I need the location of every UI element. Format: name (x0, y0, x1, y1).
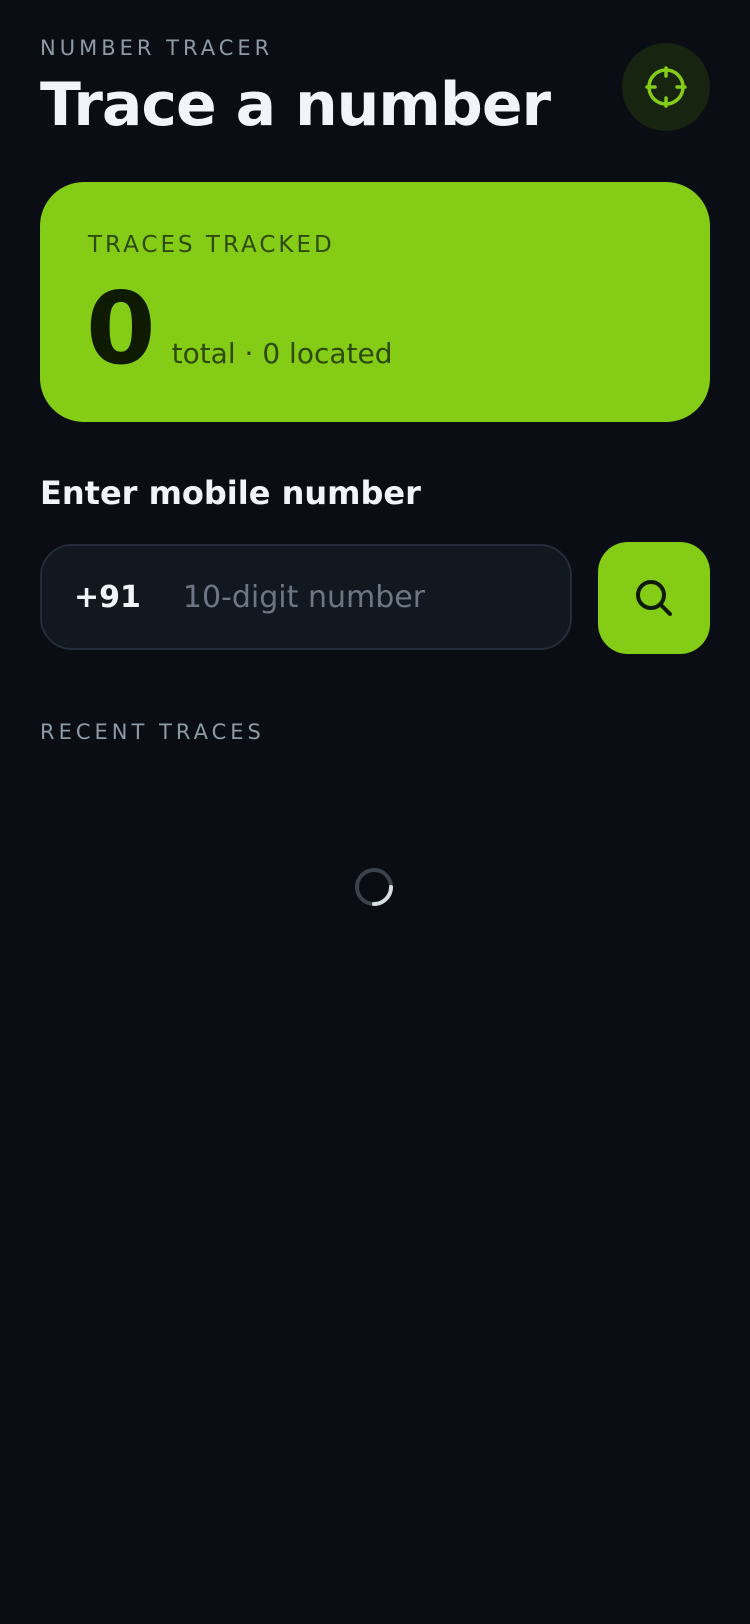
traces-summary: total · 0 located (171, 337, 393, 370)
crosshair-icon (645, 66, 687, 108)
number-input-label: Enter mobile number (40, 474, 421, 512)
page-title: Trace a number (40, 70, 551, 140)
traces-stats-card: TRACES TRACKED 0 total · 0 located (40, 182, 710, 422)
app-eyebrow: NUMBER TRACER (40, 36, 274, 60)
country-code[interactable]: +91 (74, 580, 141, 615)
phone-number-input[interactable] (180, 578, 558, 616)
stats-row: 0 total · 0 located (86, 274, 392, 384)
phone-input-wrapper[interactable]: +91 (40, 544, 572, 650)
stats-label: TRACES TRACKED (88, 232, 335, 258)
app-header: NUMBER TRACER Trace a number (40, 34, 710, 142)
loading-spinner-icon (355, 868, 393, 906)
search-icon (636, 580, 672, 616)
locate-button[interactable] (622, 43, 710, 131)
search-button[interactable] (598, 542, 710, 654)
recent-traces-heading: RECENT TRACES (40, 720, 265, 744)
traces-count: 0 (86, 270, 156, 387)
